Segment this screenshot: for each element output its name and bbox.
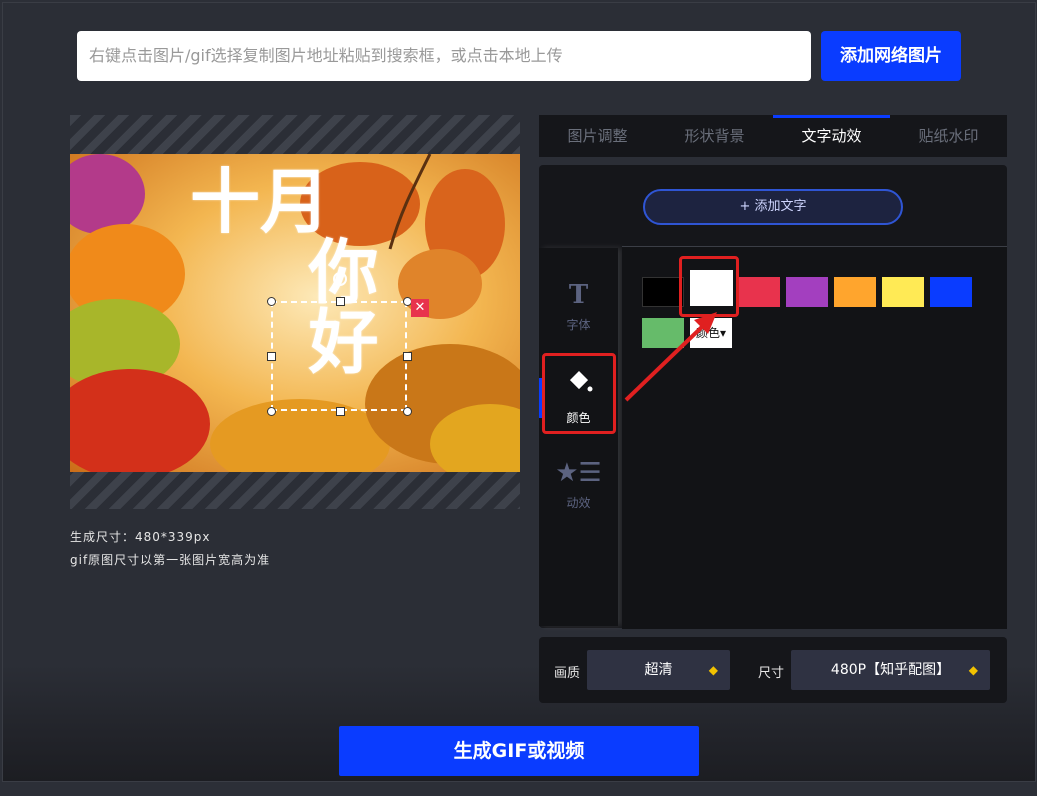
sidebar-item-label: 字体 [566, 318, 591, 332]
rotate-handle-icon[interactable] [333, 272, 347, 286]
color-swatch-orange[interactable] [834, 277, 876, 307]
quality-value: 超清 [644, 662, 673, 678]
add-network-image-button[interactable]: 添加网络图片 [821, 31, 961, 81]
overlay-text-october[interactable]: 十月 [190, 160, 330, 244]
search-input[interactable]: 右键点击图片/gif选择复制图片地址粘贴到搜索框，或点击本地上传 [77, 31, 811, 81]
size-note: gif原图尺寸以第一张图片宽高为准 [70, 553, 271, 567]
sidebar-item-label: 动效 [566, 496, 591, 510]
color-swatch-purple[interactable] [786, 277, 828, 307]
size-value: 480P【知乎配图】 [830, 662, 951, 678]
pointer-arrow-icon [624, 312, 717, 402]
quality-label: 画质 [554, 666, 581, 681]
size-label: 尺寸 [758, 666, 785, 681]
text-icon: T [568, 280, 589, 310]
color-swatch-blue[interactable] [930, 277, 972, 307]
color-swatch-yellow[interactable] [882, 277, 924, 307]
size-caption: 生成尺寸：480*339px [70, 530, 211, 544]
vip-gem-icon: ◆ [968, 663, 978, 677]
add-text-button[interactable]: + 添加文字 [643, 189, 903, 225]
editor-tabs: 图片调整 形状背景 文字动效 贴纸水印 [539, 115, 1007, 157]
highlight-color-menu [542, 353, 616, 434]
resize-handle[interactable] [403, 407, 412, 416]
resize-handle[interactable] [336, 407, 345, 416]
vip-gem-icon: ◆ [708, 663, 718, 677]
text-selection-box[interactable] [271, 301, 407, 411]
size-select[interactable]: 480P【知乎配图】 ◆ [791, 650, 990, 690]
resize-handle[interactable] [336, 297, 345, 306]
tab-sticker-watermark[interactable]: 贴纸水印 [890, 115, 1007, 157]
star-list-icon: ★☰ [555, 458, 602, 488]
resize-handle[interactable] [267, 297, 276, 306]
tab-image-adjust[interactable]: 图片调整 [539, 115, 656, 157]
sidebar-item-font[interactable]: T 字体 [539, 280, 618, 333]
resize-handle[interactable] [267, 352, 276, 361]
sidebar-item-animation[interactable]: ★☰ 动效 [539, 458, 618, 511]
quality-select[interactable]: 超清 ◆ [587, 650, 730, 690]
tab-shape-background[interactable]: 形状背景 [656, 115, 773, 157]
color-swatch-red[interactable] [738, 277, 780, 307]
delete-text-icon[interactable]: ✕ [411, 299, 429, 317]
generate-gif-button[interactable]: 生成GIF或视频 [339, 726, 699, 776]
resize-handle[interactable] [267, 407, 276, 416]
resize-handle[interactable] [403, 352, 412, 361]
tab-text-animation[interactable]: 文字动效 [773, 115, 890, 157]
